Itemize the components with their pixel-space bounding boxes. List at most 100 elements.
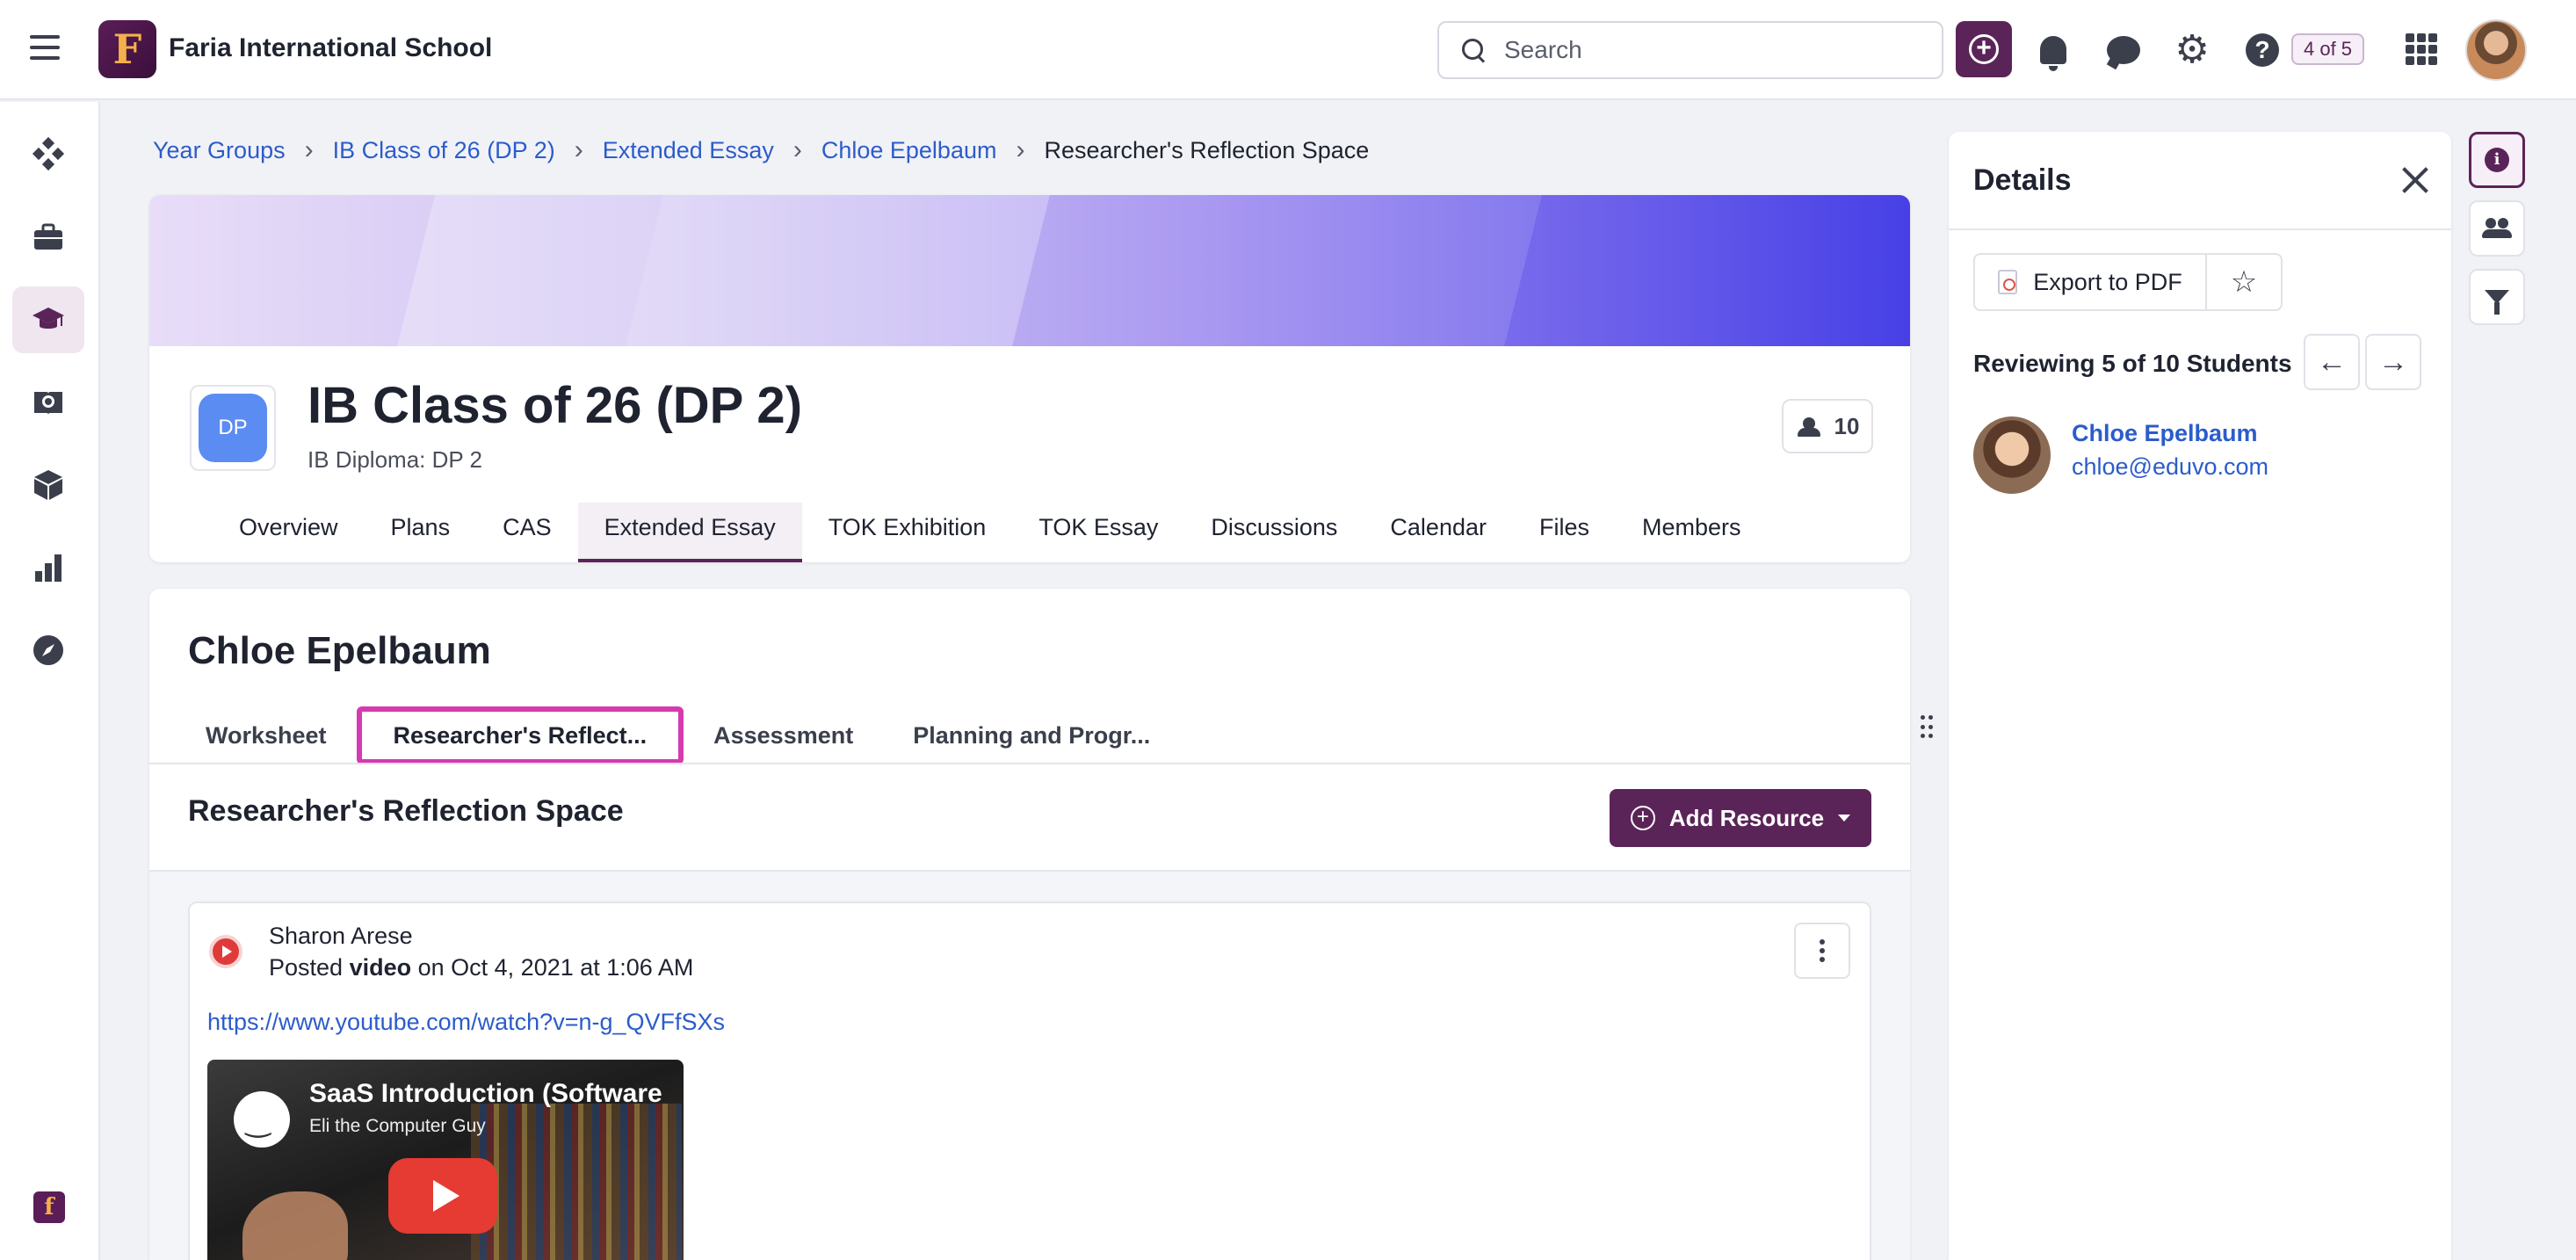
school-logo[interactable]: F [98,20,156,78]
nav-dashboard[interactable] [12,121,84,188]
nav-library[interactable] [12,369,84,436]
plus-circle-icon: + [1969,34,1999,64]
tab-overview[interactable]: Overview [213,503,365,562]
details-divider [1949,228,2451,230]
tab-members[interactable]: Members [1616,503,1768,562]
pdf-file-icon [1998,270,2018,294]
post-options-button[interactable] [1794,923,1850,979]
details-panel: Details Export to PDF ☆ Reviewing 5 of 1… [1949,132,2451,1260]
tab-cas[interactable]: CAS [476,503,578,562]
chat-icon [2107,36,2140,64]
video-presenter [242,1191,348,1260]
class-icon: DP [190,385,276,471]
details-title: Details [1973,163,2072,197]
people-icon [1796,417,1822,437]
student-avatar [1973,416,2051,494]
student-workspace-card: Chloe Epelbaum Worksheet Researcher's Re… [149,589,1910,1260]
channel-logo-icon [234,1091,290,1148]
video-title: SaaS Introduction (Software [309,1079,662,1108]
tab-tok-exhibition[interactable]: TOK Exhibition [802,503,1013,562]
chevron-right-icon: › [574,135,583,164]
tab-discussions[interactable]: Discussions [1184,503,1364,562]
filter-panel-button[interactable] [2469,269,2525,325]
onboarding-progress-badge[interactable]: 4 of 5 [2291,33,2365,65]
tab-worksheet[interactable]: Worksheet [176,706,357,764]
members-count-button[interactable]: 10 [1782,399,1873,453]
tab-assessment[interactable]: Assessment [684,706,883,764]
favorite-button[interactable]: ☆ [2207,255,2281,309]
tab-planning-progress[interactable]: Planning and Progr... [883,706,1180,764]
notifications-button[interactable] [2033,30,2073,71]
settings-button[interactable]: ⚙ [2172,30,2212,70]
caret-down-icon [1838,815,1851,822]
section-title: Researcher's Reflection Space [188,794,624,828]
post-link[interactable]: https://www.youtube.com/watch?v=n-g_QVFf… [207,1009,725,1036]
class-subtitle: IB Diploma: DP 2 [308,446,482,473]
nav-reports[interactable] [12,534,84,601]
students-panel-button[interactable] [2469,200,2525,257]
tab-files[interactable]: Files [1513,503,1616,562]
nav-classes[interactable] [12,286,84,353]
breadcrumb-year-groups[interactable]: Year Groups [153,137,286,164]
video-channel: Eli the Computer Guy [309,1116,486,1136]
panel-resize-handle[interactable] [1921,715,1935,740]
student-email-link[interactable]: chloe@eduvo.com [2072,453,2268,481]
export-pdf-label: Export to PDF [2033,268,2182,295]
class-header-card: DP IB Class of 26 (DP 2) IB Diploma: DP … [149,195,1910,562]
breadcrumb-student[interactable]: Chloe Epelbaum [821,137,997,164]
nav-portfolio[interactable] [12,204,84,271]
faria-logo-icon[interactable]: f [33,1191,65,1223]
export-pdf-button[interactable]: Export to PDF [1975,255,2207,309]
resource-feed: Sharon Arese Posted video on Oct 4, 2021… [149,870,1910,1260]
post-meta-type: video [349,954,412,981]
book-globe-icon [34,392,62,415]
info-icon: i [2485,148,2509,172]
graduation-cap-icon [33,308,64,329]
video-thumbnail[interactable]: SaaS Introduction (Software Eli the Comp… [207,1060,684,1260]
left-nav-rail: f [0,102,100,1260]
tab-extended-essay[interactable]: Extended Essay [577,503,802,562]
youtube-play-icon[interactable] [388,1158,497,1234]
tab-researchers-reflection[interactable]: Researcher's Reflect... [356,706,684,764]
class-tabs: Overview Plans CAS Extended Essay TOK Ex… [213,503,1768,562]
tab-divider [149,763,1910,764]
export-button-group: Export to PDF ☆ [1973,253,2283,311]
create-button[interactable]: + [1956,21,2012,77]
class-title: IB Class of 26 (DP 2) [308,377,803,434]
student-name-link[interactable]: Chloe Epelbaum [2072,420,2258,447]
tab-tok-essay[interactable]: TOK Essay [1012,503,1184,562]
filter-icon [2485,290,2509,315]
school-name[interactable]: Faria International School [169,33,492,63]
post-author: Sharon Arese [269,923,413,949]
user-avatar[interactable] [2465,19,2527,81]
add-resource-button[interactable]: + Add Resource [1610,789,1871,847]
search-bar[interactable] [1437,21,1943,79]
search-input[interactable] [1504,36,1926,64]
hamburger-menu-icon[interactable] [30,35,60,65]
chevron-right-icon: › [1016,135,1025,164]
apps-grid-icon[interactable] [2406,33,2437,65]
diamond-grid-icon [32,137,65,171]
previous-student-button[interactable]: ← [2304,334,2360,390]
post-meta-prefix: Posted [269,954,344,981]
breadcrumb-class[interactable]: IB Class of 26 (DP 2) [333,137,555,164]
tab-plans[interactable]: Plans [365,503,477,562]
student-name-heading: Chloe Epelbaum [188,629,491,672]
bar-chart-icon [35,554,62,582]
info-panel-button[interactable]: i [2469,132,2525,188]
class-banner [149,195,1910,346]
next-student-button[interactable]: → [2365,334,2421,390]
nav-explore[interactable] [12,617,84,684]
tab-calendar[interactable]: Calendar [1364,503,1513,562]
members-count: 10 [1834,412,1860,439]
arrow-right-icon: → [2378,344,2408,379]
people-icon [2482,218,2512,239]
breadcrumb-extended-essay[interactable]: Extended Essay [603,137,774,164]
nav-resources[interactable] [12,452,84,518]
help-button[interactable]: ? [2242,30,2283,70]
messages-button[interactable] [2103,30,2144,70]
chevron-right-icon: › [792,135,802,164]
close-icon[interactable] [2393,158,2437,202]
breadcrumb-current: Researcher's Reflection Space [1044,136,1370,163]
video-post: Sharon Arese Posted video on Oct 4, 2021… [188,902,1871,1260]
